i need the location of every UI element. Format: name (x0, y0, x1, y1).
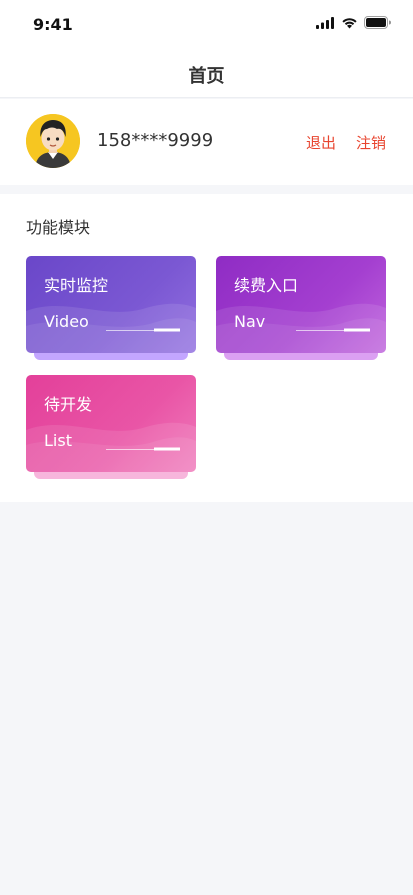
underline-decoration (296, 328, 370, 332)
module-card-monitor[interactable]: 实时监控 Video (26, 256, 196, 360)
status-time: 9:41 (33, 15, 73, 34)
underline-decoration (106, 328, 180, 332)
status-bar: 9:41 (0, 0, 413, 50)
avatar-cartoon-icon (26, 114, 80, 168)
wave-decoration (216, 303, 386, 353)
signal-icon (316, 16, 334, 29)
modules-section: 功能模块 实时监控 Video 续费入口 Nav 待开发 List (0, 194, 413, 502)
avatar[interactable] (26, 114, 80, 168)
card-title: 续费入口 (234, 276, 299, 295)
wifi-icon (342, 17, 357, 28)
module-card-renew[interactable]: 续费入口 Nav (216, 256, 386, 360)
wave-decoration (26, 303, 196, 353)
card-subtitle: List (44, 431, 72, 450)
battery-icon (364, 16, 391, 29)
card-subtitle: Nav (234, 312, 266, 331)
cancel-account-button[interactable]: 注销 (356, 132, 386, 153)
card-title: 实时监控 (44, 276, 109, 295)
underline-decoration (106, 447, 180, 451)
card-title: 待开发 (44, 395, 93, 414)
module-card-pending[interactable]: 待开发 List (26, 375, 196, 479)
section-title: 功能模块 (26, 218, 91, 237)
nav-bar: 首页 (0, 50, 413, 98)
wave-decoration (26, 422, 196, 472)
status-icons (316, 16, 391, 29)
page-title: 首页 (188, 66, 225, 87)
profile-section: 158****9999 退出 注销 (0, 99, 413, 185)
card-subtitle: Video (44, 312, 89, 331)
logout-button[interactable]: 退出 (306, 132, 336, 153)
phone-number: 158****9999 (97, 130, 214, 151)
